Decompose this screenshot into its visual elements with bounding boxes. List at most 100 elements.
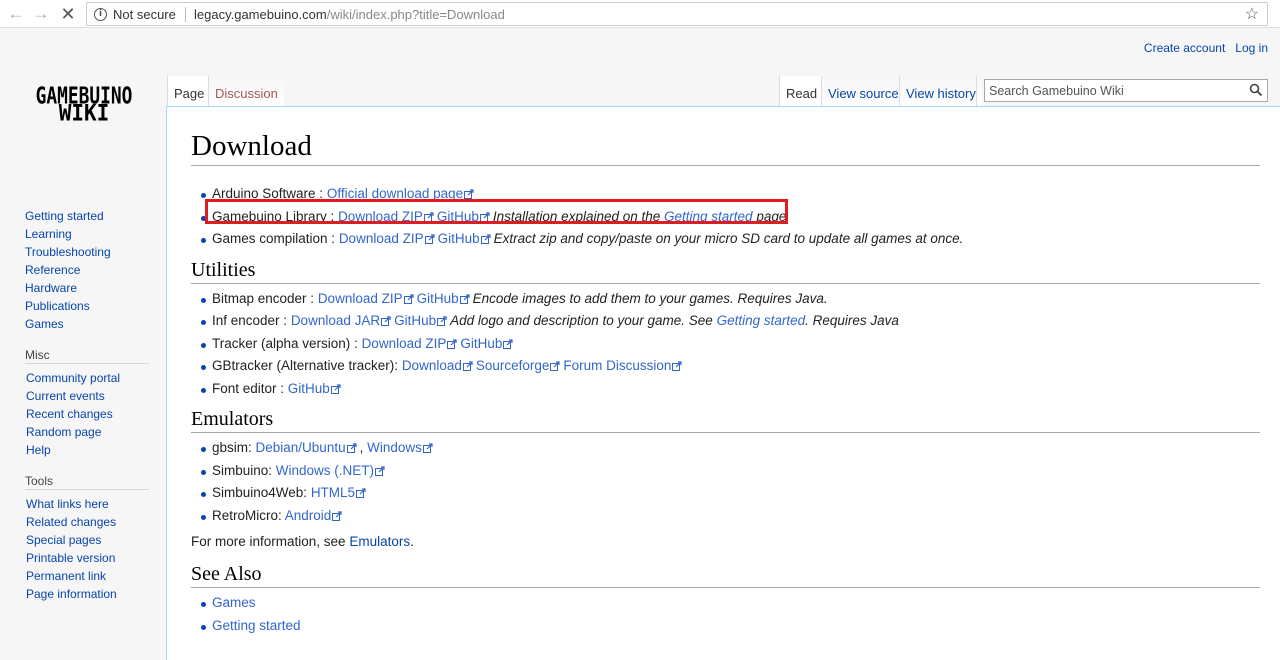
item-label: Inf encoder : <box>212 313 291 328</box>
getting-started-link[interactable]: Getting started <box>717 313 806 328</box>
external-link[interactable]: GitHub <box>437 209 479 224</box>
sidebar-link-reference[interactable]: Reference <box>25 263 80 277</box>
tab-view-source[interactable]: View source <box>821 76 905 107</box>
bookmark-star-icon[interactable]: ☆ <box>1245 4 1259 24</box>
external-link[interactable]: Download ZIP <box>338 209 423 224</box>
external-link[interactable]: GitHub <box>438 231 480 246</box>
external-link[interactable]: GitHub <box>417 291 459 306</box>
list-item: RetroMicro: Android <box>201 505 1260 528</box>
external-link[interactable]: Download ZIP <box>318 291 403 306</box>
stop-loading-icon[interactable]: ✕ <box>58 4 78 24</box>
external-link[interactable]: HTML5 <box>311 485 355 500</box>
sidebar-link-special-pages[interactable]: Special pages <box>26 533 101 547</box>
search-box <box>984 79 1268 102</box>
sidebar-link-page-information[interactable]: Page information <box>26 587 117 601</box>
sidebar-link-community-portal[interactable]: Community portal <box>26 371 120 385</box>
external-link[interactable]: Download ZIP <box>339 231 424 246</box>
url-path: /wiki/index.php?title=Download <box>326 7 505 22</box>
external-link-icon <box>671 358 685 373</box>
more-info: For more information, see Emulators. <box>191 531 1260 553</box>
sidebar-link-what-links-here[interactable]: What links here <box>26 497 109 511</box>
list-item: Arduino Software : Official download pag… <box>201 183 1260 206</box>
utilities-list: Bitmap encoder : Download ZIP GitHub Encod… <box>201 288 1260 401</box>
getting-started-link[interactable]: Getting started <box>664 209 753 224</box>
security-label[interactable]: Not secure <box>113 7 176 22</box>
tab-discussion[interactable]: Discussion <box>208 76 284 107</box>
item-label: Games compilation : <box>212 231 339 246</box>
item-label: Simbuino: <box>212 462 276 478</box>
external-link[interactable]: Android <box>285 508 332 523</box>
external-link-icon <box>479 209 493 224</box>
sidebar-link-help[interactable]: Help <box>26 443 51 457</box>
forward-arrow-icon[interactable]: → <box>31 4 51 24</box>
search-icon[interactable] <box>1249 83 1263 97</box>
item-note: Installation explained on the Getting st… <box>493 209 786 224</box>
list-item: Games <box>201 592 1260 615</box>
tab-view-history[interactable]: View history <box>899 76 982 107</box>
search-input[interactable] <box>985 80 1245 101</box>
external-link[interactable]: Download JAR <box>291 313 380 328</box>
sidebar-item-printable-version: Printable version <box>26 549 166 567</box>
info-icon[interactable]: i <box>94 8 107 21</box>
address-bar[interactable]: i Not secure legacy.gamebuino.com/wiki/i… <box>86 2 1268 26</box>
sidebar-link-getting-started[interactable]: Getting started <box>25 209 104 223</box>
main-content: Download Arduino Software : Official dow… <box>166 106 1280 660</box>
external-link[interactable]: Debian/Ubuntu <box>256 440 346 455</box>
tab-page[interactable]: Page <box>167 76 211 107</box>
sidebar-misc: Misc Community portal Current events Recen… <box>25 346 166 459</box>
sidebar-link-games[interactable]: Games <box>25 317 64 331</box>
list-item: Tracker (alpha version) : Download ZIP Gi… <box>201 333 1260 356</box>
external-link[interactable]: GitHub <box>394 313 436 328</box>
sidebar-item-special-pages: Special pages <box>26 531 166 549</box>
sidebar-item-learning: Learning <box>25 225 166 243</box>
sidebar: Getting started Learning Troubleshooting Re… <box>0 200 166 603</box>
external-link[interactable]: Forum Discussion <box>563 358 671 373</box>
sidebar-item-publications: Publications <box>25 297 166 315</box>
sidebar-item-what-links-here: What links here <box>26 495 166 513</box>
external-link[interactable]: Official download page <box>327 186 463 201</box>
list-item: GBtracker (Alternative tracker): Downloa… <box>201 355 1260 378</box>
item-note: Add logo and description to your game. S… <box>450 313 899 328</box>
sidebar-link-troubleshooting[interactable]: Troubleshooting <box>25 245 111 259</box>
sidebar-link-permanent-link[interactable]: Permanent link <box>26 569 106 583</box>
external-link-icon <box>346 440 360 455</box>
external-link[interactable]: Windows (.NET) <box>276 463 374 478</box>
login-link[interactable]: Log in <box>1235 41 1268 55</box>
sidebar-link-learning[interactable]: Learning <box>25 227 72 241</box>
misc-heading: Misc <box>25 346 149 364</box>
see-also-list: Games Getting started <box>201 592 1260 637</box>
sidebar-link-current-events[interactable]: Current events <box>26 389 105 403</box>
tab-read[interactable]: Read <box>779 76 824 107</box>
tools-list: What links here Related changes Special pa… <box>26 495 166 603</box>
sidebar-link-printable-version[interactable]: Printable version <box>26 551 115 565</box>
item-note: Extract zip and copy/paste on your micro… <box>493 231 964 246</box>
site-logo[interactable]: GAMEBUINO WIKI <box>4 84 164 124</box>
more-info-pre: For more information, see <box>191 534 350 549</box>
item-label: Font editor : <box>212 380 288 396</box>
misc-list: Community portal Current events Recent cha… <box>26 369 166 459</box>
tab-divider <box>976 76 977 107</box>
sidebar-link-publications[interactable]: Publications <box>25 299 90 313</box>
sidebar-link-random-page[interactable]: Random page <box>26 425 101 439</box>
sidebar-link-recent-changes[interactable]: Recent changes <box>26 407 113 421</box>
external-link-icon <box>403 291 417 306</box>
see-also-link-getting-started[interactable]: Getting started <box>212 618 301 633</box>
url-text[interactable]: legacy.gamebuino.com/wiki/index.php?titl… <box>194 7 505 22</box>
external-link[interactable]: GitHub <box>288 381 330 396</box>
external-link[interactable]: GitHub <box>460 336 502 351</box>
external-link[interactable]: Sourceforge <box>476 358 550 373</box>
sidebar-navigation: Getting started Learning Troubleshooting Re… <box>25 207 166 333</box>
item-label: gbsim: <box>212 440 256 455</box>
sidebar-link-related-changes[interactable]: Related changes <box>26 515 116 529</box>
external-link[interactable]: Windows <box>367 440 422 455</box>
sidebar-item-community-portal: Community portal <box>26 369 166 387</box>
sidebar-link-hardware[interactable]: Hardware <box>25 281 77 295</box>
external-link[interactable]: Download ZIP <box>362 336 447 351</box>
list-item: Font editor : GitHub <box>201 378 1260 401</box>
see-also-link-games[interactable]: Games <box>212 595 256 610</box>
create-account-link[interactable]: Create account <box>1144 41 1225 55</box>
downloads-list: Arduino Software : Official download pag… <box>201 183 1260 251</box>
external-link[interactable]: Download <box>402 358 462 373</box>
back-arrow-icon[interactable]: ← <box>6 4 26 24</box>
emulators-link[interactable]: Emulators <box>349 534 410 549</box>
